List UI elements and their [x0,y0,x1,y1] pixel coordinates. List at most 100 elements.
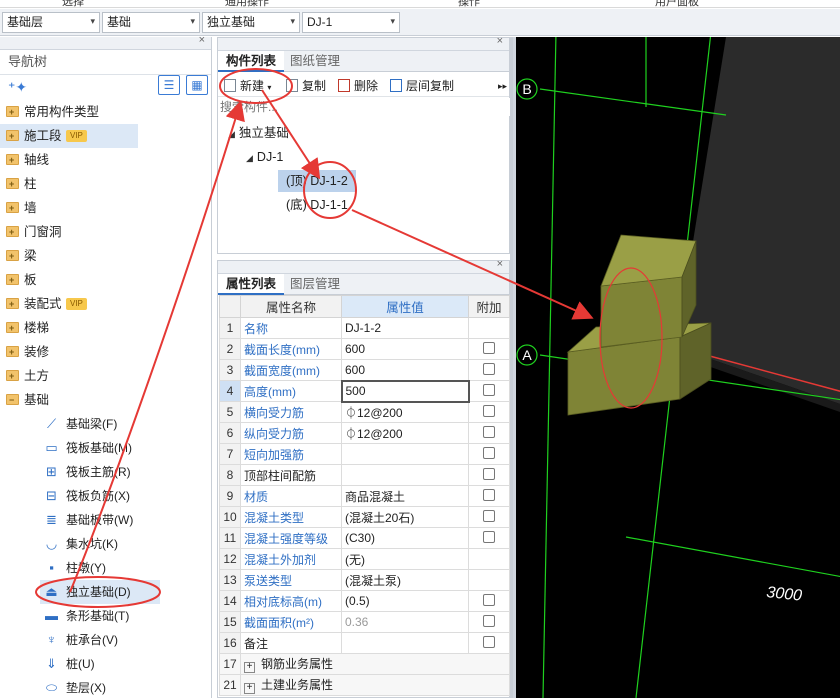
property-row[interactable]: 13 泵送类型 (混凝土泵) [219,569,510,591]
extra-checkbox[interactable] [483,509,495,522]
tree-node-bottom-dj1-1[interactable]: (底) DJ-1-1 [286,194,348,216]
extra-checkbox[interactable] [483,446,495,459]
nav-item-slab[interactable]: 板 [0,268,211,292]
nav-sub-pile-cap[interactable]: ♆ 桩承台(V) [40,628,160,652]
tab-drawing-management[interactable]: 图纸管理 [282,51,348,72]
component-select[interactable]: DJ-1 ▾ [302,12,400,33]
nav-sub-strip[interactable]: ≣ 基础板带(W) [40,508,160,532]
property-row[interactable]: 8 顶部柱间配筋 [219,464,510,486]
nav-item-construction-segment[interactable]: 施工段 VIP [0,124,138,148]
new-button[interactable]: 新建 ▾ [224,77,271,95]
property-value[interactable]: ⏀12@200 [341,401,469,423]
property-row[interactable]: 15 截面面积(m²) 0.36 [219,611,510,633]
close-icon[interactable]: × [497,258,503,270]
property-row[interactable]: 4 高度(mm) 500 [219,379,510,403]
property-value[interactable]: 600 [341,359,469,381]
property-row[interactable]: 11 混凝土强度等级 (C30) [219,527,510,549]
nav-item-common[interactable]: 常用构件类型 [0,100,211,124]
property-value[interactable] [341,443,469,465]
property-value[interactable]: 商品混凝土 [341,485,469,507]
menu-item-general[interactable]: 通用操作 [225,0,269,7]
property-group[interactable]: + 土建业务属性 [240,674,510,696]
extra-checkbox[interactable] [483,383,496,396]
grid-view-icon[interactable]: ▦ [186,75,208,95]
floor-copy-button[interactable]: 层间复制 [390,77,454,95]
property-value[interactable]: (C30) [341,527,469,549]
extra-checkbox[interactable] [483,593,495,606]
3d-viewport[interactable]: B A 3000 [513,37,840,698]
property-group-row[interactable]: 17 + 钢筋业务属性 [219,653,510,675]
nav-sub-isolated-footing[interactable]: ⏏ 独立基础(D) [40,580,160,604]
nav-item-foundation[interactable]: 基础 [0,388,211,412]
tab-layer-management[interactable]: 图层管理 [282,274,348,295]
property-group-row[interactable]: 21 + 土建业务属性 [219,674,510,696]
list-view-icon[interactable]: ☰ [158,75,180,95]
property-row[interactable]: 7 短向加强筋 [219,443,510,465]
nav-sub-raft-neg-rebar[interactable]: ⊟ 筏板负筋(X) [40,484,160,508]
property-value[interactable]: ⏀12@200 [341,422,469,444]
menu-item-user-panel[interactable]: 用户面板 [655,0,699,7]
nav-item-beam[interactable]: 梁 [0,244,211,268]
property-row[interactable]: 10 混凝土类型 (混凝土20石) [219,506,510,528]
property-value[interactable]: (0.5) [341,590,469,612]
tree-node-dj1[interactable]: ◢ DJ-1 [246,146,283,168]
tree-node-root[interactable]: ◢ 独立基础 [228,122,289,144]
expand-plus-icon[interactable]: + [244,683,255,694]
nav-sub-pile[interactable]: ⇓ 桩(U) [40,652,160,676]
floor-select[interactable]: 基础层 ▾ [2,12,100,33]
property-row[interactable]: 12 混凝土外加剂 (无) [219,548,510,570]
extra-checkbox[interactable] [483,425,495,438]
tree-node-top-dj1-2[interactable]: (顶) DJ-1-2 [278,170,356,192]
property-value[interactable]: DJ-1-2 [341,317,469,339]
copy-button[interactable]: 复制 [286,77,326,95]
nav-sub-cushion[interactable]: ⬭ 垫层(X) [40,676,160,700]
property-row[interactable]: 9 材质 商品混凝土 [219,485,510,507]
nav-item-openings[interactable]: 门窗洞 [0,220,211,244]
nav-sub-strip-footing[interactable]: ▬ 条形基础(T) [40,604,160,628]
extra-checkbox[interactable] [483,614,495,627]
property-row[interactable]: 6 纵向受力筋 ⏀12@200 [219,422,510,444]
extra-checkbox[interactable] [483,635,495,648]
property-row[interactable]: 5 横向受力筋 ⏀12@200 [219,401,510,423]
property-value[interactable]: 0.36 [341,611,469,633]
type-select[interactable]: 独立基础 ▾ [202,12,300,33]
add-icon[interactable]: ⁺✦ [8,79,27,96]
extra-checkbox[interactable] [483,488,495,501]
property-value[interactable] [341,632,469,654]
close-icon[interactable]: × [497,35,503,47]
property-value[interactable] [341,464,469,486]
nav-item-decoration[interactable]: 装修 [0,340,211,364]
more-icon[interactable]: ▸▸ [498,77,507,95]
pin-icon[interactable]: × [199,34,205,46]
property-row[interactable]: 3 截面宽度(mm) 600 [219,359,510,381]
nav-item-column[interactable]: 柱 [0,172,211,196]
property-row[interactable]: 1 名称 DJ-1-2 [219,317,510,339]
nav-sub-pier[interactable]: ▪ 柱墩(Y) [40,556,160,580]
category-select[interactable]: 基础 ▾ [102,12,200,33]
extra-checkbox[interactable] [483,530,495,543]
property-row[interactable]: 16 备注 [219,632,510,654]
nav-sub-foundation-beam[interactable]: ⟋ 基础梁(F) [40,412,160,436]
extra-checkbox[interactable] [483,404,495,417]
property-group[interactable]: + 钢筋业务属性 [240,653,510,675]
extra-checkbox[interactable] [483,467,495,480]
nav-item-stairs[interactable]: 楼梯 [0,316,211,340]
delete-button[interactable]: 删除 [338,77,378,95]
nav-item-prefab[interactable]: 装配式 VIP [0,292,211,316]
property-value[interactable]: 500 [340,379,470,403]
nav-item-earthwork[interactable]: 土方 [0,364,211,388]
extra-checkbox[interactable] [483,341,495,354]
property-row[interactable]: 14 相对底标高(m) (0.5) [219,590,510,612]
nav-sub-raft[interactable]: ▭ 筏板基础(M) [40,436,160,460]
tab-component-list[interactable]: 构件列表 [218,51,285,72]
expand-plus-icon[interactable]: + [244,662,255,673]
nav-sub-raft-main-rebar[interactable]: ⊞ 筏板主筋(R) [40,460,160,484]
nav-sub-sump[interactable]: ◡ 集水坑(K) [40,532,160,556]
component-search-input[interactable] [218,98,510,116]
menu-item-select[interactable]: 选择 [62,0,84,7]
property-row[interactable]: 2 截面长度(mm) 600 [219,338,510,360]
nav-item-axis[interactable]: 轴线 [0,148,211,172]
property-value[interactable]: (无) [341,548,469,570]
property-value[interactable]: (混凝土20石) [341,506,469,528]
property-value[interactable]: 600 [341,338,469,360]
